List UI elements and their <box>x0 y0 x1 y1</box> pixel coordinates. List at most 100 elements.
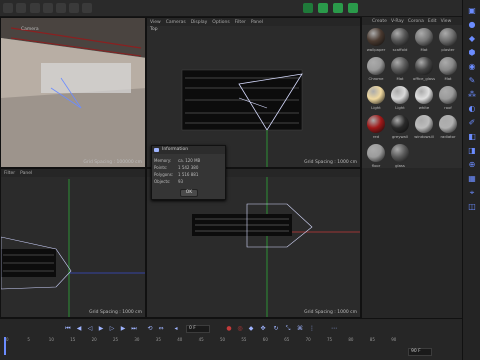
ok-button[interactable]: OK <box>180 189 198 197</box>
spline-icon[interactable]: ✎ <box>467 76 477 86</box>
next-frame-icon[interactable]: ▷ <box>108 325 116 333</box>
go-to-end-icon[interactable]: ⏭ <box>130 325 138 333</box>
material-preview <box>415 57 433 75</box>
timeline-tick-label: 15 <box>70 337 76 342</box>
material-swatch[interactable]: radiator <box>437 115 459 141</box>
prev-frame-icon[interactable]: ◁ <box>86 325 94 333</box>
menu-view[interactable]: View <box>441 19 452 24</box>
selection-tool-icon[interactable] <box>30 3 40 13</box>
nodes-icon[interactable]: ⁂ <box>467 90 477 100</box>
generator-icon[interactable] <box>348 3 358 13</box>
texture-icon[interactable]: ▦ <box>467 174 477 184</box>
timeline-tick-label: 10 <box>48 337 54 342</box>
scale-tool-icon[interactable] <box>56 3 66 13</box>
material-swatch[interactable]: greywall <box>389 115 411 141</box>
edge-icon[interactable]: ◧ <box>467 132 477 142</box>
timeline-ruler[interactable]: 0 5 10 15 20 25 30 35 40 45 50 55 60 65 70 75 80 85 90 <box>0 337 462 347</box>
material-preview <box>367 115 385 133</box>
material-preview <box>367 144 385 162</box>
grid-spacing-label: Grid Spacing : 1000 cm <box>304 160 357 165</box>
record-icon[interactable]: ● <box>225 325 233 333</box>
play-icon[interactable]: ▶ <box>97 325 105 333</box>
lock-icon[interactable]: ◫ <box>467 202 477 212</box>
loop-icon[interactable]: ⟲ <box>146 325 154 333</box>
pla-key-icon[interactable]: ⋮ <box>308 325 316 333</box>
material-swatch[interactable]: Light <box>389 86 411 112</box>
material-swatch[interactable]: Mat <box>437 57 459 83</box>
material-swatch[interactable]: roof <box>437 86 459 112</box>
timeline-tick-label: 5 <box>27 337 30 342</box>
material-swatch[interactable]: red <box>365 115 387 141</box>
cube-icon[interactable] <box>318 3 328 13</box>
rotate-key-icon[interactable]: ↻ <box>272 325 280 333</box>
move-tool-icon[interactable] <box>43 3 53 13</box>
prev-key-icon[interactable]: ◀ <box>75 325 83 333</box>
material-preview <box>439 86 457 104</box>
grid-icon[interactable]: ⋯ <box>330 325 338 333</box>
material-swatch[interactable]: office_glass <box>413 57 435 83</box>
material-swatch[interactable]: Light <box>365 86 387 112</box>
move-key-icon[interactable]: ✥ <box>259 325 267 333</box>
current-frame-field[interactable]: 0 F <box>186 325 210 333</box>
menu-corona[interactable]: Corona <box>408 19 424 24</box>
material-swatch[interactable]: white <box>413 86 435 112</box>
go-to-start-icon[interactable]: ⏮ <box>64 325 72 333</box>
info-row-objects: Objects: 93 <box>154 179 184 184</box>
info-row-memory: Memory: ca. 120 MB <box>154 158 201 163</box>
layout-icon[interactable]: ▣ <box>467 6 477 16</box>
snap-icon[interactable]: ⌖ <box>467 188 477 198</box>
dialog-icon <box>154 148 159 152</box>
render-icon[interactable] <box>303 3 313 13</box>
material-name: Light <box>395 105 405 110</box>
material-swatch[interactable]: plaster <box>437 28 459 54</box>
timeline-tick-label: 25 <box>113 337 119 342</box>
menu-create[interactable]: Create <box>372 19 387 24</box>
viewport-perspective[interactable]: Camera Grid Spacing : 100000 cm <box>0 17 146 168</box>
axis-icon[interactable]: ⊕ <box>467 160 477 170</box>
material-swatch[interactable]: Mat <box>413 28 435 54</box>
redo-icon[interactable] <box>16 3 26 13</box>
timeline-tick-label: 45 <box>198 337 204 342</box>
attributes-panel <box>361 168 462 318</box>
next-key-icon[interactable]: ▶ <box>119 325 127 333</box>
pen-icon[interactable]: ✐ <box>467 118 477 128</box>
timeline-tick-label: 20 <box>91 337 97 342</box>
menu-edit[interactable]: Edit <box>428 19 437 24</box>
dialog-title: Information <box>152 146 225 154</box>
right-toolbar: ▣ ● ◆ ⬢ ◉ ✎ ⁂ ◐ ✐ ◧ ◨ ⊕ ▦ ⌖ ◫ <box>462 0 480 360</box>
spline-icon[interactable] <box>333 3 343 13</box>
material-name: Mat <box>396 76 404 81</box>
material-swatch[interactable]: Chrome <box>365 57 387 83</box>
undo-icon[interactable] <box>3 3 13 13</box>
material-swatch[interactable]: Mat <box>389 57 411 83</box>
playhead[interactable] <box>4 337 6 355</box>
render-view-icon[interactable] <box>82 3 92 13</box>
range-icon[interactable]: ⇔ <box>157 325 165 333</box>
cube-icon[interactable]: ◆ <box>467 34 477 44</box>
sphere-icon[interactable]: ◉ <box>467 62 477 72</box>
material-swatch[interactable]: wallpaper <box>365 28 387 54</box>
keyframe-icon[interactable]: ◆ <box>247 325 255 333</box>
timeline-tick-label: 60 <box>262 337 268 342</box>
timeline-tick-label: 40 <box>177 337 183 342</box>
material-swatch[interactable]: glass <box>389 144 411 170</box>
menu-vray[interactable]: V-Ray <box>391 19 404 24</box>
side-view-wireframe <box>1 179 145 317</box>
viewport-bottom-left[interactable]: Filter Panel Grid Spacing : 1000 cm <box>0 168 146 318</box>
material-swatch[interactable]: scaffold <box>389 28 411 54</box>
param-key-icon[interactable]: ⌘ <box>296 325 304 333</box>
tag-icon[interactable]: ◐ <box>467 104 477 114</box>
material-name: Mat <box>420 47 428 52</box>
rotate-tool-icon[interactable] <box>69 3 79 13</box>
scale-key-icon[interactable]: ⤡ <box>284 325 292 333</box>
material-swatch[interactable]: floor <box>365 144 387 170</box>
frame-left-icon[interactable]: ◂ <box>172 325 180 333</box>
autokey-icon[interactable]: ◎ <box>236 325 244 333</box>
hexagon-icon[interactable]: ⬢ <box>467 48 477 58</box>
polygon-icon[interactable]: ◨ <box>467 146 477 156</box>
perspective-render <box>1 18 145 167</box>
object-icon[interactable]: ● <box>467 20 477 30</box>
material-name: radiator <box>440 134 456 139</box>
material-swatch[interactable]: windowsill <box>413 115 435 141</box>
end-frame-field[interactable]: 90 F <box>408 348 432 356</box>
